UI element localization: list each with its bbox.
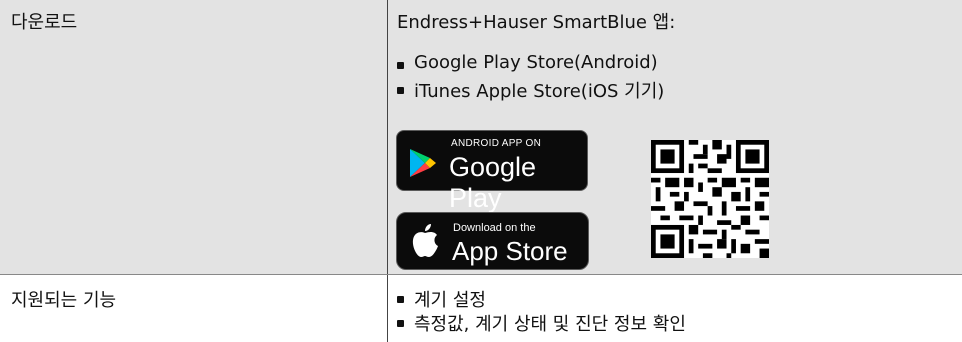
google-play-triangle-icon — [410, 149, 436, 177]
feature-item-diagnostics: 측정값, 계기 상태 및 진단 정보 확인 — [414, 314, 686, 335]
download-on-the-text: Download on the — [453, 222, 536, 234]
google-play-store-item: Google Play Store(Android) — [414, 52, 658, 73]
itunes-apple-store-item: iTunes Apple Store(iOS 기기) — [414, 81, 665, 102]
android-app-on-text: ANDROID APP ON — [451, 138, 542, 149]
bullet-marker — [397, 320, 404, 327]
feature-item-device-settings: 계기 설정 — [414, 290, 486, 311]
bullet-marker — [397, 62, 404, 69]
download-label: 다운로드 — [11, 12, 78, 33]
app-store-text: App Store — [452, 236, 568, 266]
apple-logo-icon — [412, 224, 438, 257]
google-play-text: Google Play — [449, 152, 537, 213]
app-intro-text: Endress+Hauser SmartBlue 앱: — [397, 12, 676, 33]
supported-features-label: 지원되는 기능 — [11, 290, 117, 311]
bullet-marker — [397, 87, 404, 94]
qr-code — [651, 140, 769, 258]
column-divider — [387, 0, 388, 342]
google-play-badge[interactable]: ANDROID APP ON Google Play — [396, 130, 588, 213]
app-store-badge[interactable]: Download on the App Store — [396, 212, 589, 270]
info-table: 다운로드 Endress+Hauser SmartBlue 앱: Google … — [0, 0, 962, 342]
bullet-marker — [397, 296, 404, 303]
row-divider — [0, 274, 962, 275]
